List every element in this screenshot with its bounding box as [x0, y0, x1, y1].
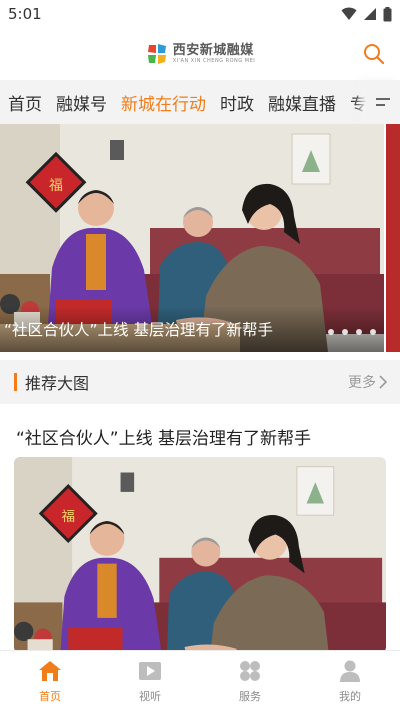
battery-icon	[383, 6, 392, 21]
services-grid-icon	[240, 661, 260, 681]
article-photo	[14, 457, 386, 653]
tab-media-accounts[interactable]: 融媒号	[56, 90, 107, 115]
carousel-indicator	[328, 329, 376, 335]
wifi-icon	[341, 7, 357, 20]
nav-video-label: 视听	[139, 690, 161, 703]
article-title[interactable]: “社区合伙人”上线 基层治理有了新帮手	[16, 424, 311, 449]
status-icons	[341, 6, 392, 22]
nav-video[interactable]: 视听	[100, 651, 200, 712]
nav-home-label: 首页	[39, 690, 61, 703]
tab-xincheng-in-action[interactable]: 新城在行动	[121, 90, 206, 115]
banner-carousel[interactable]: “社区合伙人”上线 基层治理有了新帮手	[0, 124, 400, 352]
tab-special[interactable]: 专	[350, 90, 366, 115]
carousel-dot	[370, 329, 376, 335]
chevron-right-icon	[379, 375, 388, 389]
status-time: 5:01	[8, 5, 42, 23]
cellular-signal-icon	[364, 8, 376, 20]
home-icon	[39, 661, 61, 681]
channel-menu-button[interactable]	[366, 80, 400, 124]
section-accent-bar	[14, 373, 17, 391]
menu-lines-icon	[376, 98, 390, 106]
nav-profile[interactable]: 我的	[300, 651, 400, 712]
carousel-dot	[342, 329, 348, 335]
bottom-navigation: 首页 视听 服务 我的	[0, 650, 400, 712]
app-name: 西安新城融媒	[172, 43, 254, 58]
app-header: 西安新城融媒 XI'AN XIN CHENG RONG MEI	[0, 28, 400, 80]
more-label: 更多	[348, 375, 376, 391]
nav-home[interactable]: 首页	[0, 651, 100, 712]
section-title: 推荐大图	[25, 374, 90, 393]
nav-services-label: 服务	[239, 690, 261, 703]
logo-mark-icon	[147, 44, 166, 64]
status-bar: 5:01	[0, 0, 400, 28]
carousel-dot	[356, 329, 362, 335]
channel-tab-bar: 首页 融媒号 新城在行动 时政 融媒直播 专	[0, 80, 400, 124]
tab-live[interactable]: 融媒直播	[268, 90, 336, 115]
tab-home[interactable]: 首页	[8, 90, 42, 115]
article-image[interactable]	[14, 457, 386, 653]
video-icon	[139, 662, 161, 680]
banner-caption: “社区合伙人”上线 基层治理有了新帮手	[4, 321, 273, 339]
nav-services[interactable]: 服务	[200, 651, 300, 712]
section-header: 推荐大图 更多	[0, 360, 400, 404]
next-slide-peek	[386, 124, 400, 352]
section-title-wrap: 推荐大图	[14, 370, 89, 394]
search-button[interactable]	[360, 40, 388, 68]
search-icon	[364, 44, 385, 65]
profile-icon	[340, 660, 360, 682]
tab-politics[interactable]: 时政	[220, 90, 254, 115]
more-link[interactable]: 更多	[348, 372, 388, 392]
channel-list: 首页 融媒号 新城在行动 时政 融媒直播 专	[0, 80, 366, 124]
nav-profile-label: 我的	[339, 690, 361, 703]
app-name-en: XI'AN XIN CHENG RONG MEI	[172, 58, 256, 64]
app-logo: 西安新城融媒 XI'AN XIN CHENG RONG MEI	[145, 42, 255, 66]
carousel-dot	[328, 329, 334, 335]
